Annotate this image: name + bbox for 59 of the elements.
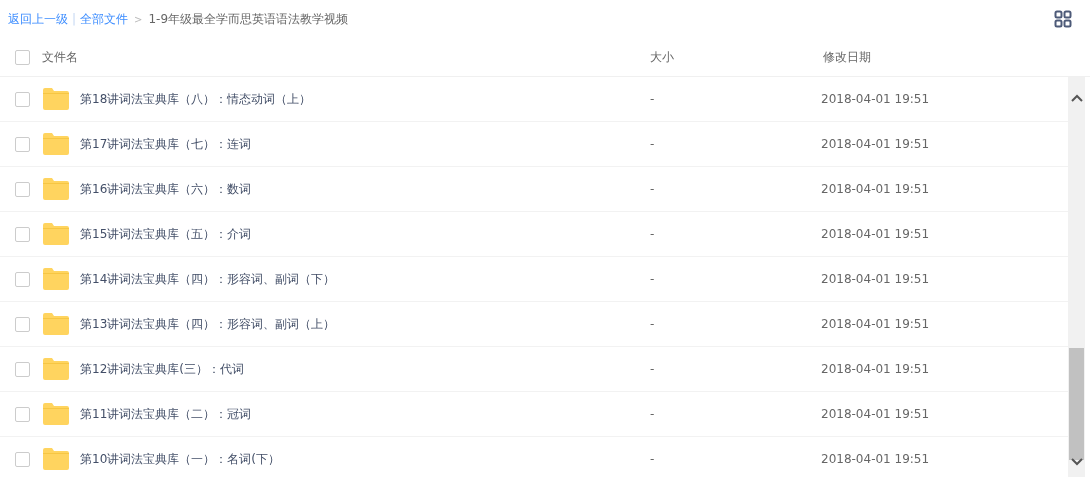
- file-size: -: [650, 272, 656, 286]
- modified-date: 2018-04-01 19:51: [821, 182, 930, 196]
- file-name[interactable]: 第16讲词法宝典库（六）：数词: [80, 180, 650, 198]
- file-size: -: [650, 92, 656, 106]
- row-checkbox[interactable]: [15, 226, 30, 242]
- file-name[interactable]: 第14讲词法宝典库（四）：形容词、副词（下）: [80, 270, 650, 288]
- scroll-up-icon[interactable]: [1070, 93, 1083, 102]
- back-link[interactable]: 返回上一级: [8, 10, 68, 28]
- file-size: -: [650, 407, 656, 421]
- modified-date: 2018-04-01 19:51: [821, 317, 930, 331]
- row-checkbox[interactable]: [15, 361, 30, 377]
- row-checkbox[interactable]: [15, 451, 30, 467]
- scroll-thumb[interactable]: [1069, 348, 1084, 460]
- row-checkbox[interactable]: [15, 91, 30, 107]
- row-checkbox[interactable]: [15, 136, 30, 152]
- modified-date: 2018-04-01 19:51: [821, 272, 930, 286]
- file-name[interactable]: 第11讲词法宝典库（二）：冠词: [80, 405, 650, 423]
- scroll-down-icon[interactable]: [1070, 457, 1083, 466]
- modified-date: 2018-04-01 19:51: [821, 137, 930, 151]
- file-name[interactable]: 第12讲词法宝典库(三）：代词: [80, 360, 650, 378]
- folder-icon: [42, 313, 69, 335]
- row-checkbox[interactable]: [15, 316, 30, 332]
- file-name[interactable]: 第17讲词法宝典库（七）：连词: [80, 135, 650, 153]
- folder-icon: [42, 223, 69, 245]
- all-files-link[interactable]: 全部文件: [80, 10, 129, 28]
- row-checkbox[interactable]: [15, 271, 30, 287]
- row-checkbox[interactable]: [15, 181, 30, 197]
- modified-date: 2018-04-01 19:51: [821, 407, 930, 421]
- modified-date: 2018-04-01 19:51: [821, 362, 930, 376]
- breadcrumb-arrow: >: [134, 13, 143, 25]
- file-size: -: [650, 137, 656, 151]
- select-all-checkbox[interactable]: [15, 49, 30, 65]
- file-name[interactable]: 第10讲词法宝典库（一）：名词(下）: [80, 450, 650, 468]
- current-folder: 1-9年级最全学而思英语语法教学视频: [148, 10, 349, 28]
- modified-date: 2018-04-01 19:51: [821, 227, 930, 241]
- column-header: 大小: [650, 48, 675, 66]
- file-size: -: [650, 317, 656, 331]
- folder-icon: [42, 133, 69, 155]
- folder-icon: [42, 88, 69, 110]
- file-size: -: [650, 362, 656, 376]
- folder-icon: [42, 178, 69, 200]
- grid-view-button[interactable]: [1054, 10, 1072, 28]
- file-name[interactable]: 第18讲词法宝典库（八）：情态动词（上）: [80, 90, 650, 108]
- folder-icon: [42, 403, 69, 425]
- file-size: -: [650, 452, 656, 466]
- folder-icon: [42, 358, 69, 380]
- file-size: -: [650, 227, 656, 241]
- folder-icon: [42, 268, 69, 290]
- modified-date: 2018-04-01 19:51: [821, 452, 930, 466]
- row-checkbox[interactable]: [15, 406, 30, 422]
- file-size: -: [650, 182, 656, 196]
- folder-icon: [42, 448, 69, 470]
- file-name[interactable]: 第13讲词法宝典库（四）：形容词、副词（上）: [80, 315, 650, 333]
- file-name[interactable]: 第15讲词法宝典库（五）：介词: [80, 225, 650, 243]
- column-header: 文件名: [42, 48, 79, 66]
- modified-date: 2018-04-01 19:51: [821, 92, 930, 106]
- separator: |: [72, 12, 77, 26]
- column-header: 修改日期: [823, 48, 871, 66]
- scrollbar[interactable]: [1068, 77, 1085, 477]
